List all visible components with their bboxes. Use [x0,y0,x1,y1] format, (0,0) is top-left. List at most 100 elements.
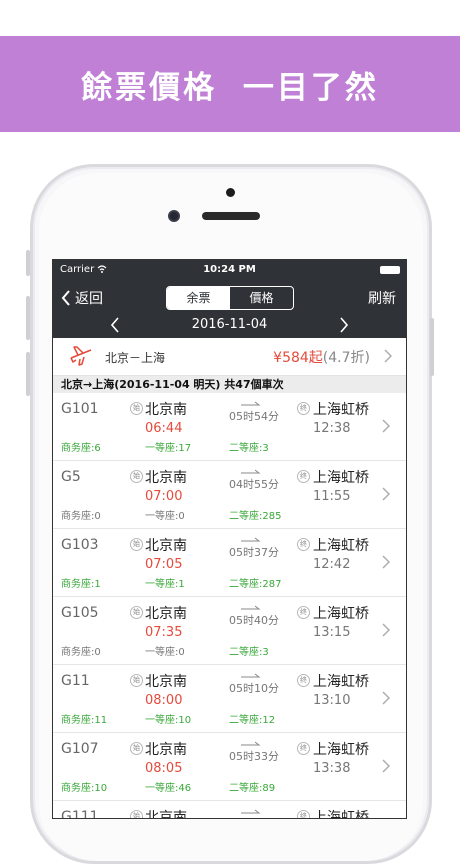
departure-station: 北京南 [145,606,187,622]
terminal-badge: 终 [297,470,310,483]
business-seat-count: 商务座:0 [61,647,101,658]
arrow-right-icon [241,537,261,542]
first-class-seat-count: 一等座:10 [145,715,192,726]
arrival-station: 上海虹桥 [313,742,369,758]
tab-tickets[interactable]: 余票 [167,287,230,309]
train-row[interactable]: G101 始北京南 06:44 05时54分 终上海虹桥 12:38 商务座:6 一等座:17… [53,393,406,461]
next-date-button[interactable] [339,317,349,337]
arrow-right-icon [241,741,261,746]
second-class-seat-count: 二等座:89 [229,783,276,794]
departure-time: 06:44 [145,421,183,436]
second-class-seat-count: 二等座:285 [229,511,282,522]
arrival-station: 上海虹桥 [313,606,369,622]
route-name: 北京－上海 [105,351,166,365]
volume-down-button [26,352,30,396]
departure-time: 07:00 [145,489,183,504]
earpiece-speaker [202,212,260,220]
volume-up-button [26,296,30,340]
terminal-badge: 终 [297,674,310,687]
departure-station: 北京南 [145,674,187,690]
origin-badge: 始 [130,470,143,483]
train-row[interactable]: G11 始北京南 08:00 05时10分 终上海虹桥 13:10 商务座:11 一等座:10… [53,665,406,733]
departure-time: 08:05 [145,761,183,776]
arrival-time: 11:55 [313,489,351,504]
banner-title: 餘票價格 一目了然 [81,69,379,106]
first-class-seat-count: 一等座:0 [145,647,185,658]
first-class-seat-count: 一等座:1 [145,579,185,590]
train-row[interactable]: G107 始北京南 08:05 05时33分 终上海虹桥 13:38 商务座:10 一等座:4… [53,733,406,801]
business-seat-count: 商务座:10 [61,783,108,794]
chevron-right-icon [382,759,390,773]
arrival-time: 12:38 [313,421,351,436]
arrow-right-icon [241,673,261,678]
arrow-right-icon [241,469,261,474]
travel-duration: 05时37分 [229,546,279,559]
departure-time: 07:35 [145,625,183,640]
train-row[interactable]: G105 始北京南 07:35 05时40分 终上海虹桥 13:15 商务座:0 一等座:0 二… [53,597,406,665]
travel-duration: 05时40分 [229,614,279,627]
train-row[interactable]: G5 始北京南 07:00 04时55分 终上海虹桥 11:55 商务座:0 一等座:0 二等座… [53,461,406,529]
travel-duration: 05时33分 [229,750,279,763]
origin-badge: 始 [130,742,143,755]
nav-bar: 返回 余票 價格 刷新 [53,280,406,313]
arrival-station: 上海虹桥 [313,674,369,690]
terminal-badge: 终 [297,538,310,551]
arrival-station: 上海虹桥 [313,538,369,554]
refresh-button[interactable]: 刷新 [368,288,396,308]
proximity-sensor [226,188,235,197]
battery-icon [380,266,400,274]
origin-badge: 始 [130,674,143,687]
chevron-right-icon [382,419,390,433]
origin-badge: 始 [130,606,143,619]
departure-time: 08:00 [145,693,183,708]
second-class-seat-count: 二等座:3 [229,647,269,658]
chevron-right-icon [382,623,390,637]
arrow-right-icon [241,605,261,610]
arrival-time: 13:15 [313,625,351,640]
current-date: 2016-11-04 [191,317,268,332]
train-row[interactable]: G111 始北京南终上海虹桥 [53,801,406,819]
promo-banner: 餘票價格 一目了然 [0,36,460,132]
train-number: G105 [61,605,99,621]
arrival-station: 上海虹桥 [313,810,369,819]
route-price: ¥584起(4.7折) [273,347,370,367]
origin-badge: 始 [130,538,143,551]
second-class-seat-count: 二等座:287 [229,579,282,590]
chevron-right-icon [382,487,390,501]
arrival-time: 13:10 [313,693,351,708]
second-class-seat-count: 二等座:12 [229,715,276,726]
arrival-station: 上海虹桥 [313,402,369,418]
view-switch: 余票 價格 [166,286,294,310]
travel-duration: 05时10分 [229,682,279,695]
business-seat-count: 商务座:0 [61,511,101,522]
train-list: G101 始北京南 06:44 05时54分终上海虹桥 12:38 商务座:6 一等座:17… [53,393,406,819]
business-seat-count: 商务座:1 [61,579,101,590]
arrival-station: 上海虹桥 [313,470,369,486]
departure-station: 北京南 [145,810,187,819]
chevron-right-icon [340,317,349,333]
tab-prices[interactable]: 價格 [230,287,293,309]
back-label: 返回 [75,291,103,307]
back-button[interactable]: 返回 [61,288,103,308]
clock: 10:24 PM [203,264,256,275]
train-number: G103 [61,537,99,553]
lowest-price: ¥584起 [273,350,323,366]
flight-price-row[interactable]: 北京－上海 ¥584起(4.7折) [53,338,406,376]
train-row[interactable]: G103 始北京南 07:05 05时37分 终上海虹桥 12:42 商务座:1 一等座:1 二… [53,529,406,597]
terminal-badge: 终 [297,402,310,415]
business-seat-count: 商务座:11 [61,715,108,726]
date-selector: 2016-11-04 [53,313,406,338]
train-number: G5 [61,469,81,485]
business-seat-count: 商务座:6 [61,443,101,454]
origin-badge: 始 [130,402,143,415]
app-screen: Carrier 10:24 PM 返回 余票 價格 刷新 2016-11-04 [52,259,407,819]
train-number: G107 [61,741,99,757]
second-class-seat-count: 二等座:3 [229,443,269,454]
mute-switch [26,250,30,276]
train-number: G11 [61,673,90,689]
arrow-right-icon [241,809,261,814]
departure-station: 北京南 [145,470,187,486]
first-class-seat-count: 一等座:46 [145,783,192,794]
discount-rate: (4.7折) [322,350,370,366]
travel-duration: 05时54分 [229,410,279,423]
